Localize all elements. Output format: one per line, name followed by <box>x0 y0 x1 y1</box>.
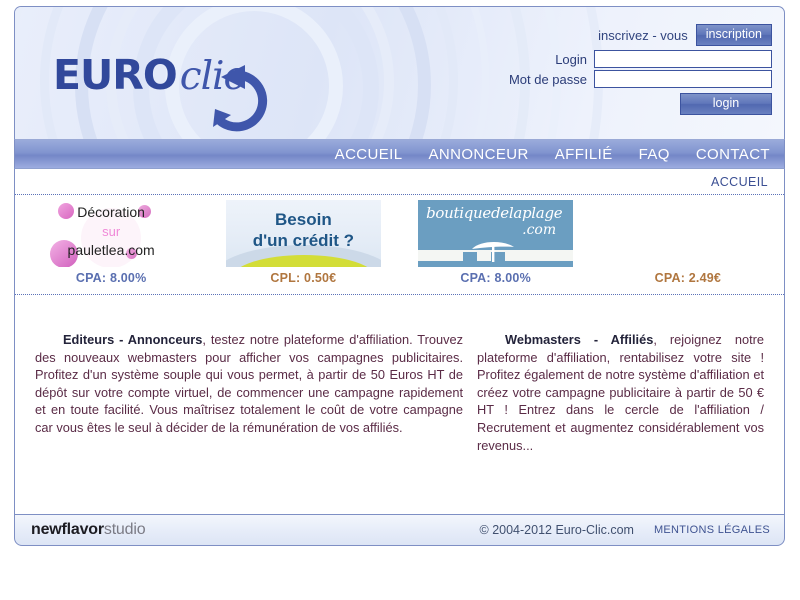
studio-name-light: studio <box>103 521 146 538</box>
banner-image-credit[interactable]: Besoin d'un crédit ? <box>225 200 381 267</box>
login-panel: inscrivez - vous inscription Login Mot d… <box>487 24 772 115</box>
banner2-line2: d'un crédit ? <box>252 231 355 250</box>
banner1-line2: sur <box>102 224 121 239</box>
nav-item-affilie[interactable]: AFFILIÉ <box>555 146 613 163</box>
banner1-price: CPA: 8.00% <box>75 271 147 285</box>
circular-arrow-icon <box>213 65 268 132</box>
login-input[interactable] <box>594 50 772 68</box>
footer-right: © 2004-2012 Euro-Clic.com MENTIONS LÉGAL… <box>480 523 770 537</box>
page-container: EURO clic inscrivez - vous inscription L… <box>14 6 785 558</box>
banner-slot-2[interactable]: Besoin d'un crédit ? CPL: 0.50€ <box>207 195 399 294</box>
banner-image-pauletlea[interactable]: Décoration sur pauletlea.com <box>33 200 189 267</box>
banner-image-empty[interactable] <box>610 200 765 267</box>
password-input[interactable] <box>594 70 772 88</box>
nav-item-annonceur[interactable]: ANNONCEUR <box>429 146 529 163</box>
banner3-price: CPA: 8.00% <box>460 271 531 285</box>
site-footer: newflavorstudio © 2004-2012 Euro-Clic.co… <box>14 514 785 546</box>
banner3-line2: .com <box>522 222 557 238</box>
main-navigation: ACCUEIL ANNONCEUR AFFILIÉ FAQ CONTACT <box>14 139 785 169</box>
signup-row: inscrivez - vous inscription <box>487 24 772 46</box>
breadcrumb-current: ACCUEIL <box>711 174 768 189</box>
banner3-line1: boutiquedelaplage <box>426 204 563 222</box>
login-label: Login <box>555 51 587 67</box>
right-body: , rejoignez notre plateforme d'affiliati… <box>477 332 764 453</box>
password-label: Mot de passe <box>508 71 587 87</box>
login-field-row: Login <box>487 50 772 68</box>
signup-prompt: inscrivez - vous <box>598 27 688 43</box>
banner-image-boutiquedelaplage[interactable]: boutiquedelaplage .com <box>418 200 574 267</box>
banner4-price: CPA: 2.49€ <box>654 271 722 285</box>
login-submit-row: login <box>487 93 772 115</box>
banner-slot-3[interactable]: boutiquedelaplage .com CPA: 8.00% <box>400 195 592 294</box>
banner-row: Décoration sur pauletlea.com CPA: 8.00% … <box>15 194 784 295</box>
content-column-left: Editeurs - Annonceurs, testez notre plat… <box>35 331 477 514</box>
banner-slot-4[interactable]: CPA: 2.49€ <box>592 195 784 294</box>
banner-slot-1[interactable]: Décoration sur pauletlea.com CPA: 8.00% <box>15 195 207 294</box>
copyright-text: © 2004-2012 Euro-Clic.com <box>479 523 634 537</box>
login-submit-button[interactable]: login <box>680 93 772 115</box>
beach-umbrella-icon <box>472 241 515 262</box>
right-heading: Webmasters - Affiliés <box>505 332 654 347</box>
left-heading: Editeurs - Annonceurs <box>63 332 203 347</box>
site-header: EURO clic inscrivez - vous inscription L… <box>14 6 785 139</box>
breadcrumb: ACCUEIL <box>14 169 785 194</box>
nav-item-accueil[interactable]: ACCUEIL <box>335 146 403 163</box>
studio-credit[interactable]: newflavorstudio <box>31 521 146 539</box>
left-body: , testez notre plateforme d'affiliation.… <box>35 332 464 435</box>
main-content: Editeurs - Annonceurs, testez notre plat… <box>14 295 785 514</box>
nav-item-faq[interactable]: FAQ <box>639 146 670 163</box>
banner1-line3: pauletlea.com <box>67 242 155 258</box>
logo-text-euro: EURO <box>53 51 178 99</box>
banner2-line1: Besoin <box>275 210 332 229</box>
password-field-row: Mot de passe <box>487 70 772 88</box>
content-column-right: Webmasters - Affiliés, rejoignez notre p… <box>477 331 764 514</box>
legal-notice-link[interactable]: MENTIONS LÉGALES <box>654 524 770 536</box>
banner1-line1: Décoration <box>77 204 145 220</box>
banner2-price: CPL: 0.50€ <box>270 271 337 285</box>
banner-section: Décoration sur pauletlea.com CPA: 8.00% … <box>14 194 785 295</box>
studio-name-bold: newflavor <box>31 521 104 538</box>
site-logo[interactable]: EURO clic <box>53 51 268 132</box>
nav-item-contact[interactable]: CONTACT <box>696 146 770 163</box>
signup-button[interactable]: inscription <box>695 24 772 46</box>
